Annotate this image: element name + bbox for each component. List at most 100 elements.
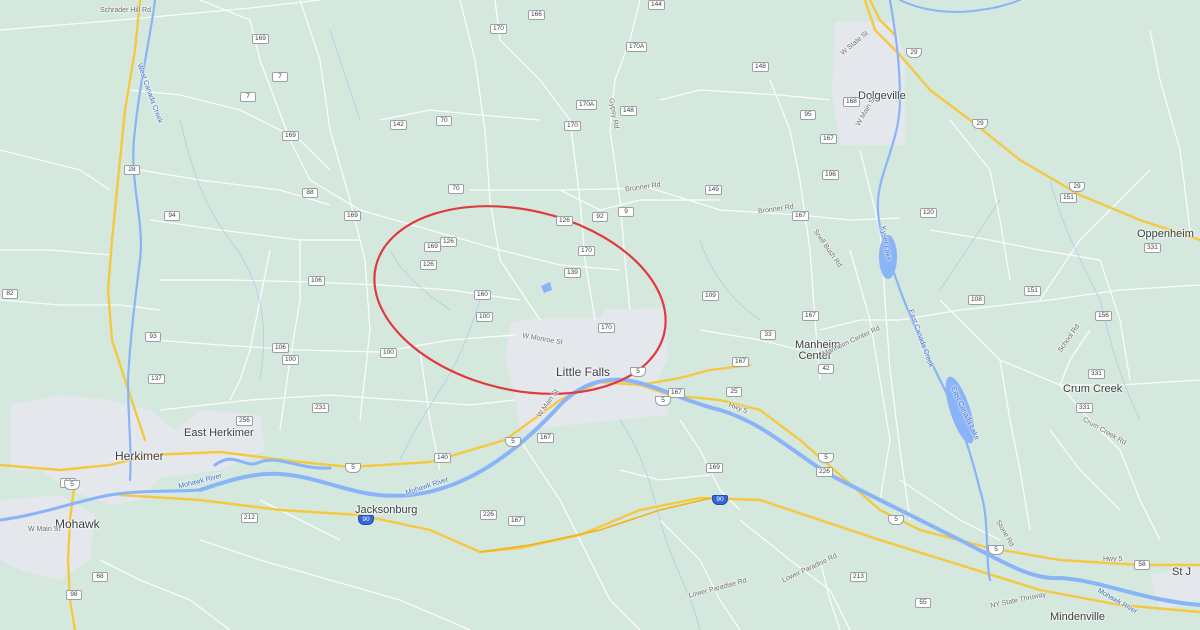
route-shield: 5 (818, 453, 834, 463)
route-shield: 212 (241, 513, 258, 523)
route-shield: 55 (915, 598, 931, 608)
label-w-main-st-mohawk: W Main St (28, 526, 61, 533)
urban-areas (0, 22, 1200, 610)
highway-29 (863, 0, 1200, 242)
place-herkimer[interactable]: Herkimer (115, 449, 164, 463)
route-shield: 92 (592, 212, 608, 222)
route-shield: 169 (282, 131, 299, 141)
route-shield: 5 (988, 545, 1004, 555)
route-shield: 149 (705, 185, 722, 195)
place-little-falls[interactable]: Little Falls (556, 365, 610, 379)
route-shield: 167 (802, 311, 819, 321)
urban-mohawk (0, 495, 95, 580)
route-shield: 82 (2, 289, 18, 299)
route-shield: 100 (282, 355, 299, 365)
route-shield: 28 (124, 165, 140, 175)
route-shield: 169 (344, 211, 361, 221)
route-shield-interstate: 90 (712, 495, 728, 505)
rivers (0, 0, 1200, 607)
route-shield: 140 (434, 453, 451, 463)
minor-roads (0, 0, 1200, 630)
label-hwy-5-b: Hwy 5 (1103, 556, 1123, 563)
place-mohawk[interactable]: Mohawk (55, 517, 100, 531)
route-shield: 170A (576, 100, 598, 110)
route-shield: 226 (816, 467, 833, 477)
route-shield-interstate: 90 (358, 515, 374, 525)
route-shield: 137 (148, 374, 165, 384)
route-shield: 29 (972, 119, 988, 129)
route-shield: 226 (480, 510, 497, 520)
route-shield: 9 (618, 207, 634, 217)
route-shield: 168 (843, 97, 860, 107)
route-shield: 170 (564, 121, 581, 131)
route-shield: 94 (164, 211, 180, 221)
route-shield: 167 (537, 433, 554, 443)
route-shield: 151 (1024, 286, 1041, 296)
route-shield: 5 (345, 463, 361, 473)
caroga-stream (899, 0, 1021, 13)
place-dolgeville[interactable]: Dolgeville (858, 90, 906, 102)
pond-little-falls (541, 282, 552, 293)
route-shield: 167 (508, 516, 525, 526)
route-shield: 156 (1095, 311, 1112, 321)
route-shield: 151 (1060, 193, 1077, 203)
route-shield: 70 (436, 116, 452, 126)
route-shield: 170 (578, 246, 595, 256)
route-shield: 5 (655, 396, 671, 406)
place-st-j[interactable]: St J (1172, 566, 1191, 578)
route-shield: 100 (380, 348, 397, 358)
route-shield: 170A (626, 42, 648, 52)
route-shield: 166 (528, 10, 545, 20)
route-shield: 196 (822, 170, 839, 180)
route-shield: 169 (252, 34, 269, 44)
mohawk-river (198, 377, 1200, 607)
map-canvas[interactable]: Little Falls Herkimer East Herkimer Moha… (0, 0, 1200, 630)
route-shield: 331 (1144, 243, 1161, 253)
route-shield: 148 (752, 62, 769, 72)
route-shield: 169 (706, 463, 723, 473)
route-shield: 169 (424, 242, 441, 252)
route-shield: 170 (490, 24, 507, 34)
route-shield: 109 (702, 291, 719, 301)
route-shield: 25 (726, 387, 742, 397)
route-shield: 68 (92, 572, 108, 582)
route-shield: 213 (850, 572, 867, 582)
route-shield: 58 (1134, 560, 1150, 570)
route-shield: 29 (1069, 182, 1085, 192)
route-shield: 29 (906, 48, 922, 58)
route-shield: 100 (476, 312, 493, 322)
route-shield: 126 (440, 237, 457, 247)
route-shield: 256 (236, 416, 253, 426)
route-shield: 70 (448, 184, 464, 194)
place-east-herkimer[interactable]: East Herkimer (184, 427, 254, 439)
map-base-layer (0, 0, 1200, 630)
route-shield: 167 (732, 357, 749, 367)
place-oppenheim[interactable]: Oppenheim (1137, 228, 1194, 240)
route-shield: 231 (312, 403, 329, 413)
route-shield: 33 (760, 330, 776, 340)
urban-dolgeville (832, 22, 905, 145)
route-shield: 126 (556, 216, 573, 226)
place-mindenville[interactable]: Mindenville (1050, 611, 1105, 623)
place-crum-creek[interactable]: Crum Creek (1063, 383, 1122, 395)
route-shield: 5 (888, 515, 904, 525)
route-shield: 98 (66, 590, 82, 600)
route-shield: 142 (390, 120, 407, 130)
route-shield: 106 (272, 343, 289, 353)
route-shield: 126 (420, 260, 437, 270)
route-shield: 93 (145, 332, 161, 342)
route-shield: 106 (308, 276, 325, 286)
route-shield: 167 (820, 134, 837, 144)
route-shield: 139 (564, 268, 581, 278)
route-shield: 331 (1088, 369, 1105, 379)
route-shield: 144 (648, 0, 665, 10)
route-shield: 167 (792, 211, 809, 221)
route-shield: 120 (920, 208, 937, 218)
route-shield: 148 (620, 106, 637, 116)
route-shield: 331 (1076, 403, 1093, 413)
route-shield: 7 (240, 92, 256, 102)
route-shield: 108 (968, 295, 985, 305)
route-shield: 5 (630, 367, 646, 377)
route-shield: 5 (505, 437, 521, 447)
route-shield: 95 (800, 110, 816, 120)
